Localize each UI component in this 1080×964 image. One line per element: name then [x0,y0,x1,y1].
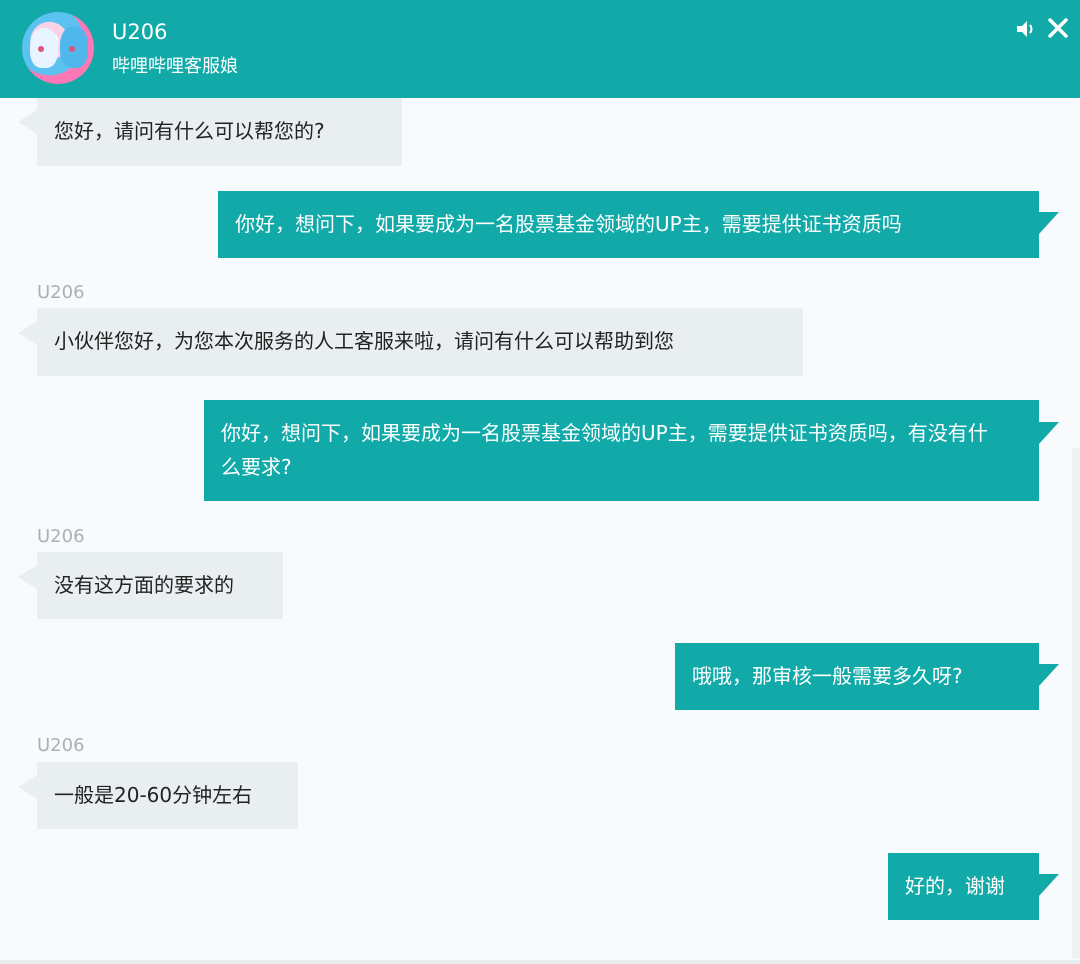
bubble-tail [18,321,37,345]
bubble-tail [1039,664,1059,686]
bubble-tail [18,775,37,799]
sender-label: U206 [37,282,85,303]
agent-message: 小伙伴您好，为您本次服务的人工客服来啦，请问有什么可以帮助到您 [37,308,803,376]
bubble-tail [1039,422,1059,444]
agent-message: 一般是20-60分钟左右 [37,762,298,829]
user-message: 你好，想问下，如果要成为一名股票基金领域的UP主，需要提供证书资质吗，有没有什么… [204,400,1039,501]
agent-avatar [22,12,94,84]
divider [0,960,1080,964]
close-icon[interactable] [1046,16,1070,40]
scrollbar[interactable] [1072,448,1080,958]
sender-label: U206 [37,526,85,547]
agent-message: 您好，请问有什么可以帮您的? [37,98,402,166]
speaker-icon[interactable] [1015,18,1037,40]
agent-message: 没有这方面的要求的 [37,552,283,619]
agent-name: U206 [112,20,168,44]
bubble-tail [18,110,37,134]
user-message: 你好，想问下，如果要成为一名股票基金领域的UP主，需要提供证书资质吗 [218,191,1039,258]
agent-subtitle: 哔哩哔哩客服娘 [112,56,238,77]
user-message: 哦哦，那审核一般需要多久呀? [675,643,1039,710]
user-message: 好的，谢谢 [888,853,1039,920]
chat-header: U206 哔哩哔哩客服娘 [0,0,1080,98]
bubble-tail [1039,212,1059,234]
bubble-tail [1039,874,1059,896]
bubble-tail [18,565,37,589]
chat-message-area[interactable]: 您好，请问有什么可以帮您的? 你好，想问下，如果要成为一名股票基金领域的UP主，… [0,98,1080,964]
sender-label: U206 [37,735,85,756]
